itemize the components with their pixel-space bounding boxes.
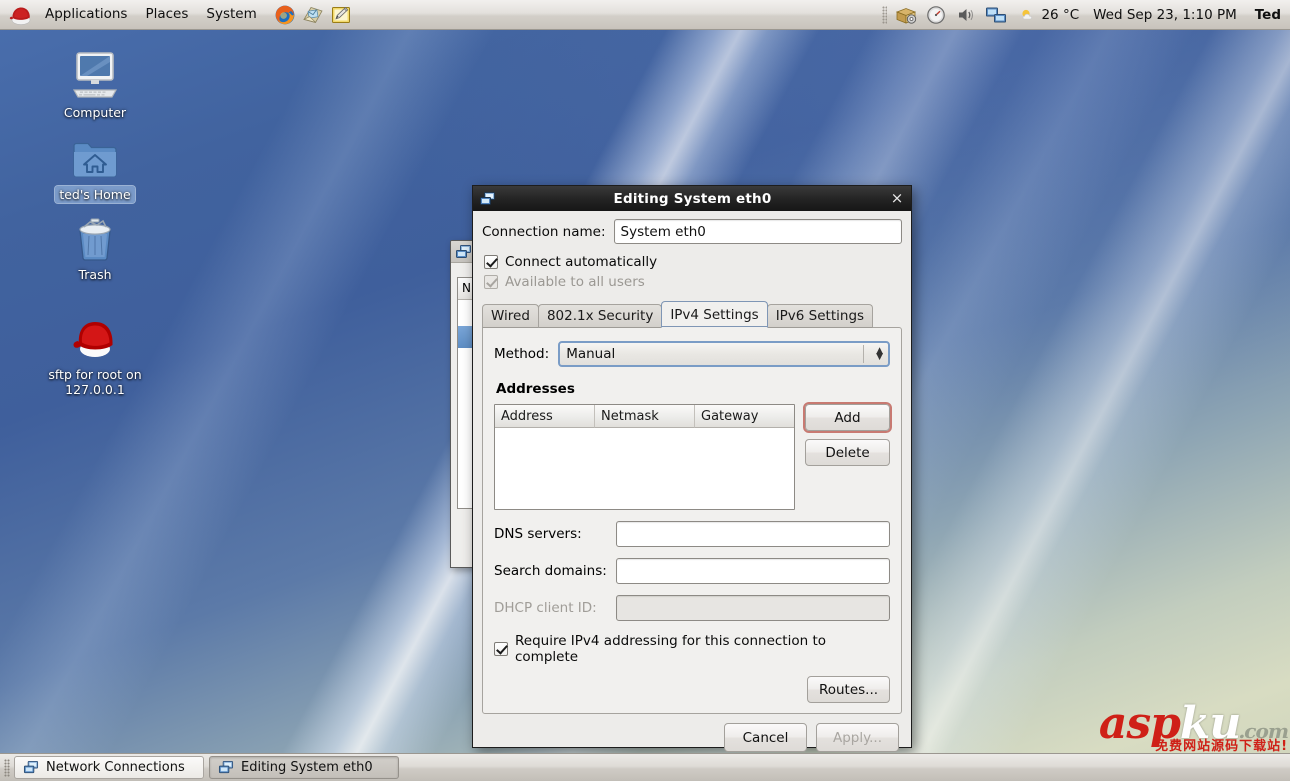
- dhcp-client-id-label: DHCP client ID:: [494, 600, 616, 616]
- cancel-button[interactable]: Cancel: [724, 723, 807, 752]
- computer-icon: [40, 48, 150, 100]
- trash-icon: [40, 210, 150, 262]
- network-connections-icon: [455, 244, 472, 260]
- home-folder-icon: [40, 130, 150, 182]
- routes-button[interactable]: Routes...: [807, 676, 890, 703]
- search-domains-label: Search domains:: [494, 563, 616, 579]
- tab-ipv6-settings[interactable]: IPv6 Settings: [767, 304, 873, 328]
- redhat-sftp-icon: [40, 310, 150, 362]
- dhcp-client-id-row: DHCP client ID:: [494, 595, 890, 621]
- routes-row: Routes...: [494, 676, 890, 703]
- tab-wired[interactable]: Wired: [482, 304, 539, 328]
- clock-applet[interactable]: Wed Sep 23, 1:10 PM: [1093, 7, 1237, 23]
- taskbar-item-network-connections[interactable]: Network Connections: [14, 756, 204, 779]
- method-dropdown[interactable]: Manual ▲▼: [558, 341, 890, 367]
- dialog-title: Editing System eth0: [496, 191, 889, 207]
- desktop-icon-label: Trash: [74, 266, 115, 283]
- available-all-users-checkbox: [484, 275, 498, 289]
- column-header-netmask[interactable]: Netmask: [595, 405, 695, 428]
- desktop-icon-label: Computer: [60, 104, 130, 121]
- taskbar-item-label: Network Connections: [46, 760, 185, 775]
- panel-launchers: [274, 4, 352, 26]
- network-connections-icon: [218, 760, 234, 775]
- require-ipv4-checkbox[interactable]: [494, 642, 508, 656]
- require-ipv4-row[interactable]: Require IPv4 addressing for this connect…: [494, 633, 890, 665]
- delete-address-button[interactable]: Delete: [805, 439, 890, 466]
- tab-ipv4-settings[interactable]: IPv4 Settings: [661, 301, 767, 328]
- tray-grip: [882, 6, 887, 24]
- volume-tray-icon[interactable]: [954, 4, 978, 26]
- dialog-titlebar[interactable]: Editing System eth0 ×: [473, 186, 911, 211]
- addresses-buttons: Add Delete: [805, 404, 890, 466]
- addresses-table[interactable]: Address Netmask Gateway: [494, 404, 795, 510]
- connect-automatically-label: Connect automatically: [505, 254, 657, 270]
- apply-button: Apply...: [816, 723, 899, 752]
- require-ipv4-label: Require IPv4 addressing for this connect…: [515, 633, 890, 665]
- search-domains-row: Search domains:: [494, 558, 890, 584]
- addresses-area: Address Netmask Gateway Add Delete: [494, 404, 890, 510]
- network-tray-icon[interactable]: [984, 4, 1008, 26]
- desktop-icon-sftp[interactable]: sftp for root on 127.0.0.1: [40, 310, 150, 398]
- desktop-screen: Applications Places System: [0, 0, 1290, 781]
- connect-automatically-checkbox[interactable]: [484, 255, 498, 269]
- method-selected-value: Manual: [566, 346, 615, 362]
- redhat-logo-icon[interactable]: [8, 4, 34, 26]
- connection-name-input[interactable]: [614, 219, 902, 244]
- connection-name-label: Connection name:: [482, 224, 606, 240]
- search-domains-input[interactable]: [616, 558, 890, 584]
- column-header-gateway[interactable]: Gateway: [695, 405, 794, 428]
- system-monitor-tray-icon[interactable]: [924, 4, 948, 26]
- combo-separator: [863, 345, 864, 363]
- weather-temperature: 26 °C: [1041, 7, 1079, 23]
- chevron-updown-icon: ▲▼: [876, 348, 883, 360]
- menu-system[interactable]: System: [198, 3, 264, 26]
- settings-tabs: Wired 802.1x Security IPv4 Settings IPv6…: [482, 301, 902, 328]
- network-connections-icon: [479, 191, 496, 207]
- menu-places[interactable]: Places: [137, 3, 196, 26]
- connection-name-row: Connection name:: [482, 219, 902, 244]
- editing-connection-dialog: Editing System eth0 × Connection name: C…: [472, 185, 912, 748]
- text-editor-launcher-icon[interactable]: [330, 4, 352, 26]
- desktop-icon-label: sftp for root on 127.0.0.1: [41, 366, 149, 398]
- tab-8021x-security[interactable]: 802.1x Security: [538, 304, 662, 328]
- dns-servers-row: DNS servers:: [494, 521, 890, 547]
- connect-automatically-row[interactable]: Connect automatically: [484, 254, 902, 270]
- firefox-launcher-icon[interactable]: [274, 4, 296, 26]
- available-all-users-row: Available to all users: [484, 274, 902, 290]
- addresses-table-header: Address Netmask Gateway: [495, 405, 794, 428]
- addresses-table-body[interactable]: [495, 428, 794, 509]
- weather-applet[interactable]: 26 °C: [1020, 7, 1079, 23]
- desktop-icon-trash[interactable]: Trash: [40, 210, 150, 283]
- desktop-icon-label: ted's Home: [55, 186, 134, 203]
- addresses-section-title: Addresses: [496, 381, 890, 397]
- taskbar-grip: [4, 759, 10, 777]
- close-icon[interactable]: ×: [889, 191, 905, 207]
- panel-notification-area: 26 °C Wed Sep 23, 1:10 PM Ted: [882, 0, 1290, 29]
- dns-servers-input[interactable]: [616, 521, 890, 547]
- taskbar-item-label: Editing System eth0: [241, 760, 373, 775]
- dialog-body: Connection name: Connect automatically A…: [473, 211, 911, 714]
- add-address-button[interactable]: Add: [805, 404, 890, 431]
- method-label: Method:: [494, 346, 549, 362]
- user-switcher-applet[interactable]: Ted: [1255, 7, 1281, 23]
- evolution-mail-launcher-icon[interactable]: [302, 4, 324, 26]
- partly-cloudy-icon: [1020, 7, 1037, 23]
- top-panel: Applications Places System: [0, 0, 1290, 30]
- network-connections-icon: [23, 760, 39, 775]
- menu-applications[interactable]: Applications: [37, 3, 135, 26]
- desktop-icon-computer[interactable]: Computer: [40, 48, 150, 121]
- dhcp-client-id-input: [616, 595, 890, 621]
- bottom-taskbar: Network Connections Editing System eth0: [0, 753, 1290, 781]
- package-updater-tray-icon[interactable]: [894, 4, 918, 26]
- desktop-icon-home[interactable]: ted's Home: [40, 130, 150, 203]
- available-all-users-label: Available to all users: [505, 274, 645, 290]
- method-row: Method: Manual ▲▼: [494, 341, 890, 367]
- dns-servers-label: DNS servers:: [494, 526, 616, 542]
- ipv4-settings-panel: Method: Manual ▲▼ Addresses Address: [482, 327, 902, 714]
- taskbar-item-editing-system-eth0[interactable]: Editing System eth0: [209, 756, 399, 779]
- column-header-address[interactable]: Address: [495, 405, 595, 428]
